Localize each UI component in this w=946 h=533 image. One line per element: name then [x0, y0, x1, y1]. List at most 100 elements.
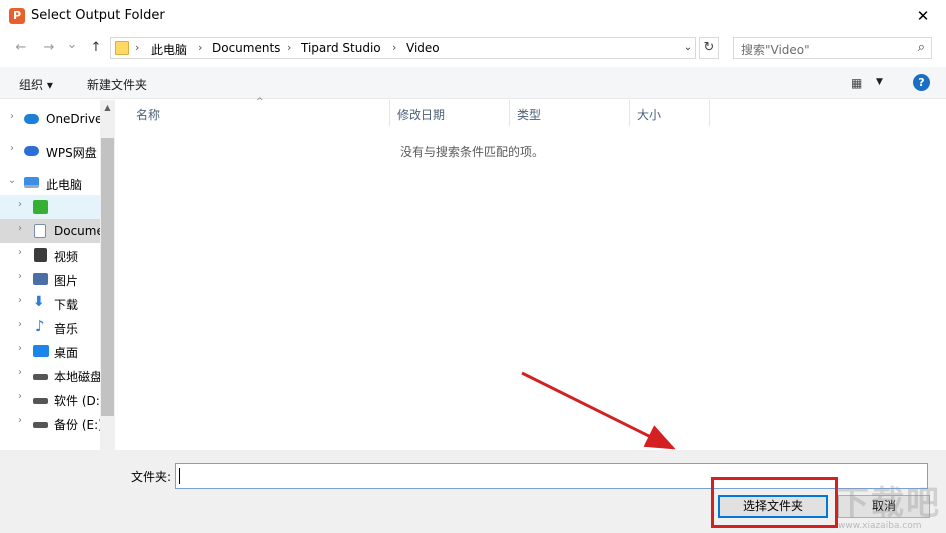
organize-menu[interactable]: 组织 ▾	[19, 76, 53, 93]
search-icon[interactable]: ⌕	[918, 40, 925, 55]
expand-chevron-icon[interactable]: ›	[14, 391, 26, 402]
annotation-highlight-box	[711, 477, 838, 528]
sidebar-item-label: 视频	[54, 250, 79, 264]
expand-chevron-icon[interactable]: ›	[14, 199, 26, 210]
sidebar-item-label: WPS网盘	[46, 146, 97, 160]
column-header-type[interactable]: 类型	[510, 100, 630, 126]
title-bar: P Select Output Folder ✕	[0, 0, 946, 32]
sidebar-item-wps[interactable]: › WPS网盘	[0, 139, 100, 163]
expand-chevron-icon[interactable]: ›	[14, 367, 26, 378]
back-arrow-icon[interactable]: ←	[12, 40, 30, 55]
sidebar-item-pictures[interactable]: › 图片	[0, 267, 100, 291]
expand-chevron-icon[interactable]: ›	[14, 223, 26, 234]
new-folder-button[interactable]: 新建文件夹	[87, 76, 147, 93]
column-header-label: 类型	[517, 108, 542, 122]
desktop-icon	[33, 345, 49, 357]
expand-chevron-icon[interactable]: ›	[6, 111, 18, 122]
view-dropdown-icon[interactable]: ▼	[876, 77, 883, 87]
forward-arrow-icon[interactable]: →	[40, 40, 58, 55]
search-placeholder: 搜索"Video"	[741, 43, 810, 57]
navigation-scrollbar[interactable]: ▲	[100, 100, 115, 450]
breadcrumb-separator[interactable]: ›	[135, 41, 139, 54]
column-header-size[interactable]: 大小	[630, 100, 710, 126]
command-toolbar: 组织 ▾ 新建文件夹 ▦ ▼	[0, 67, 946, 99]
refresh-icon[interactable]: ↻	[699, 37, 719, 59]
expand-chevron-icon[interactable]: ›	[14, 271, 26, 282]
watermark-url: www.xiazaiba.com	[838, 521, 922, 531]
sidebar-item-onedrive[interactable]: › OneDrive	[0, 107, 103, 131]
picture-icon	[33, 273, 48, 285]
document-icon	[34, 224, 46, 238]
scroll-thumb[interactable]	[101, 138, 114, 416]
column-header-label: 名称	[136, 108, 161, 122]
collapse-chevron-icon[interactable]: ⌄	[6, 175, 18, 186]
drive-icon	[33, 374, 48, 380]
scroll-up-icon[interactable]: ▲	[100, 100, 115, 116]
sidebar-item-label: 图片	[54, 274, 79, 288]
app-logo-icon: P	[9, 8, 25, 24]
computer-icon	[24, 177, 39, 188]
expand-chevron-icon[interactable]: ›	[14, 247, 26, 258]
expand-chevron-icon[interactable]: ›	[14, 343, 26, 354]
empty-results-message: 没有与搜索条件匹配的项。	[399, 145, 544, 159]
navigation-pane: › OneDrive › WPS网盘 ⌄ 此电脑 › › Docume › 视频…	[0, 100, 115, 450]
sidebar-item-desktop[interactable]: › 桌面	[0, 339, 100, 363]
breadcrumb-this-pc[interactable]: 此电脑	[151, 41, 187, 58]
breadcrumb-separator[interactable]: ›	[392, 41, 396, 54]
sidebar-item-app[interactable]: ›	[0, 195, 100, 219]
music-icon: ♪	[35, 317, 45, 335]
drive-icon	[33, 398, 48, 404]
app-icon	[33, 200, 48, 214]
column-header-name[interactable]: 名称 ^	[116, 97, 390, 126]
sidebar-item-videos[interactable]: › 视频	[0, 243, 100, 267]
view-options-icon[interactable]: ▦	[851, 76, 862, 90]
folder-icon	[115, 41, 129, 55]
folder-label: 文件夹:	[131, 470, 172, 484]
column-header-label: 大小	[637, 108, 662, 122]
video-icon	[34, 248, 47, 262]
expand-chevron-icon[interactable]: ›	[14, 415, 26, 426]
address-bar[interactable]: › 此电脑 › Documents › Tipard Studio › Vide…	[110, 37, 696, 59]
help-icon[interactable]: ?	[913, 74, 930, 91]
up-arrow-icon[interactable]: ↑	[87, 40, 105, 55]
breadcrumb-separator[interactable]: ›	[287, 41, 291, 54]
sidebar-item-downloads[interactable]: › ⬇ 下载	[0, 291, 100, 315]
sidebar-item-music[interactable]: › ♪ 音乐	[0, 315, 100, 339]
expand-chevron-icon[interactable]: ›	[14, 295, 26, 306]
sidebar-item-label: 软件 (D:	[54, 394, 100, 408]
window-title: Select Output Folder	[31, 8, 165, 23]
sidebar-item-label: OneDrive	[46, 112, 103, 126]
drive-icon	[33, 422, 48, 428]
sidebar-item-this-pc[interactable]: ⌄ 此电脑	[0, 171, 100, 195]
text-caret	[179, 468, 180, 484]
search-input[interactable]: 搜索"Video" ⌕	[733, 37, 932, 59]
recent-locations-icon[interactable]: ⌄	[63, 37, 81, 52]
sidebar-item-documents[interactable]: › Docume	[0, 219, 104, 243]
expand-chevron-icon[interactable]: ›	[6, 143, 18, 154]
breadcrumb-separator[interactable]: ›	[198, 41, 202, 54]
sidebar-item-label: 下载	[54, 298, 79, 312]
close-button[interactable]: ✕	[900, 0, 946, 32]
sidebar-item-label: 此电脑	[46, 178, 83, 192]
sidebar-item-label: 桌面	[54, 346, 79, 360]
expand-chevron-icon[interactable]: ›	[14, 319, 26, 330]
column-header-label: 修改日期	[397, 108, 446, 122]
file-list: 名称 ^ 修改日期 类型 大小 没有与搜索条件匹配的项。	[116, 97, 946, 450]
breadcrumb-video[interactable]: Video	[406, 41, 440, 55]
sidebar-item-drive-e[interactable]: › 备份 (E:)	[0, 411, 103, 435]
sort-ascending-icon: ^	[256, 97, 264, 107]
watermark-logo: 下载吧	[836, 483, 941, 522]
cloud-icon	[24, 146, 39, 156]
sidebar-item-local-disk[interactable]: › 本地磁盘	[0, 363, 103, 387]
column-header-date[interactable]: 修改日期	[390, 100, 510, 126]
breadcrumb-documents[interactable]: Documents	[212, 41, 280, 55]
cloud-icon	[24, 114, 39, 124]
sidebar-item-drive-d[interactable]: › 软件 (D:	[0, 387, 100, 411]
breadcrumb-tipard-studio[interactable]: Tipard Studio	[301, 41, 381, 55]
sidebar-item-label: 音乐	[54, 322, 79, 336]
sidebar-item-label: 备份 (E:)	[54, 418, 103, 432]
sidebar-item-label: 本地磁盘	[54, 370, 103, 384]
address-dropdown-icon[interactable]: ⌄	[681, 39, 695, 57]
download-icon: ⬇	[33, 294, 45, 310]
sidebar-item-label: Docume	[54, 224, 104, 238]
